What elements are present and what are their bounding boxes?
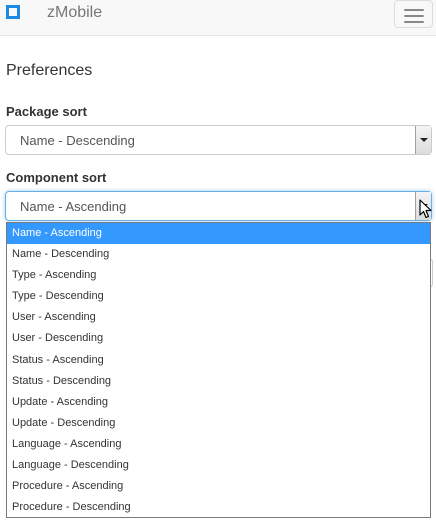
dropdown-option[interactable]: Type - Descending [7,286,430,307]
brand-title[interactable]: zMobile [47,4,102,22]
dropdown-option[interactable]: User - Ascending [7,307,430,328]
component-sort-dropdown: Name - Ascending Name - Descending Type … [6,222,431,518]
page-title: Preferences [6,62,93,79]
component-sort-label: Component sort [6,170,107,185]
dropdown-option[interactable]: Language - Descending [7,455,430,476]
menu-toggle-button[interactable] [394,0,433,28]
app-page: zMobile Preferences Package sort Name - … [0,0,436,520]
dropdown-option[interactable]: Name - Descending [7,244,430,265]
square-logo-icon[interactable] [6,5,20,19]
component-sort-value: Name - Ascending [20,199,127,214]
dropdown-option[interactable]: Status - Ascending [7,350,430,371]
dropdown-option[interactable]: Language - Ascending [7,434,430,455]
navbar: zMobile [0,0,436,36]
component-sort-select[interactable]: Name - Ascending [5,191,432,221]
dropdown-option[interactable]: User - Descending [7,328,430,349]
package-sort-label: Package sort [6,104,87,119]
package-sort-select[interactable]: Name - Descending [5,125,432,155]
chevron-down-icon[interactable] [415,126,431,154]
dropdown-option[interactable]: Update - Ascending [7,392,430,413]
dropdown-option[interactable]: Procedure - Descending [7,497,430,518]
dropdown-option[interactable]: Update - Descending [7,413,430,434]
dropdown-option[interactable]: Type - Ascending [7,265,430,286]
package-sort-value: Name - Descending [20,133,135,148]
mouse-pointer-icon [419,199,432,219]
hamburger-menu-icon [404,9,424,11]
dropdown-option[interactable]: Status - Descending [7,371,430,392]
dropdown-option[interactable]: Procedure - Ascending [7,476,430,497]
dropdown-option[interactable]: Name - Ascending [7,223,430,245]
